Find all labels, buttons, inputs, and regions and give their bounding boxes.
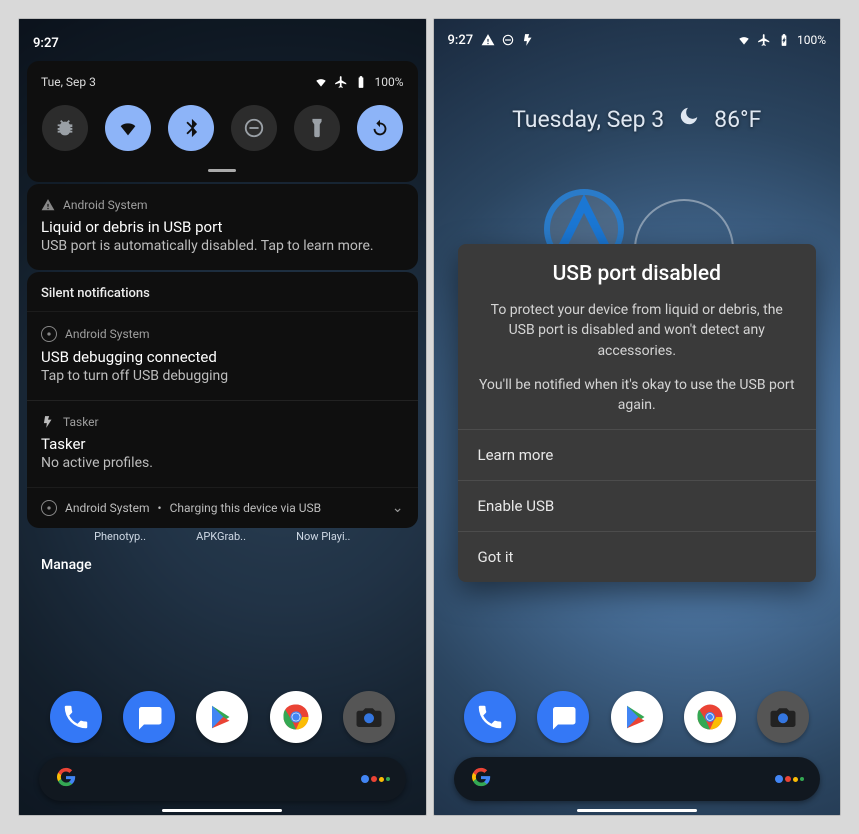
battery-icon [354, 75, 368, 89]
qs-tile-dnd[interactable] [231, 105, 277, 151]
home-label: APKGrab.. [196, 530, 246, 543]
status-battery-pct: 100% [797, 33, 826, 47]
app-chrome[interactable] [270, 691, 322, 743]
charging-bolt-icon [521, 33, 535, 47]
charging-app: Android System [65, 501, 150, 515]
system-icon [41, 500, 57, 516]
app-messages[interactable] [123, 691, 175, 743]
notif-title: Tasker [41, 435, 404, 453]
usb-disabled-dialog: USB port disabled To protect your device… [458, 244, 817, 582]
dialog-got-it-button[interactable]: Got it [458, 531, 817, 582]
wifi-icon [314, 75, 328, 89]
date-text: Tuesday, Sep 3 [512, 106, 664, 133]
notif-body: No active profiles. [41, 455, 404, 471]
phone-right-dialog: 9:27 100% Tuesday, Sep 3 86°F [433, 18, 842, 816]
notif-title: USB debugging connected [41, 348, 404, 366]
battery-icon [777, 33, 791, 47]
manage-notifications-button[interactable]: Manage [19, 543, 426, 583]
dialog-learn-more-button[interactable]: Learn more [458, 429, 817, 480]
assistant-icon[interactable] [361, 775, 390, 783]
app-play-store[interactable] [196, 691, 248, 743]
notif-body: USB port is automatically disabled. Tap … [41, 238, 404, 254]
dialog-enable-usb-button[interactable]: Enable USB [458, 480, 817, 531]
app-chrome[interactable] [684, 691, 736, 743]
qs-date: Tue, Sep 3 [41, 75, 96, 89]
charging-text: Charging this device via USB [170, 501, 322, 515]
gesture-nav-bar[interactable] [162, 809, 282, 812]
phone-left-notification-shade: 9:27 Tue, Sep 3 100% [18, 18, 427, 816]
at-a-glance-widget[interactable]: Tuesday, Sep 3 86°F [434, 105, 841, 133]
quick-settings-panel: Tue, Sep 3 100% [27, 61, 418, 182]
wifi-icon [737, 33, 751, 47]
moon-icon [678, 105, 700, 133]
qs-tile-bug[interactable] [42, 105, 88, 151]
google-search-bar[interactable] [39, 757, 406, 801]
qs-tiles-row [27, 95, 418, 169]
system-icon [41, 326, 57, 342]
notif-title: Liquid or debris in USB port [41, 218, 404, 236]
bullet: • [158, 501, 162, 515]
qs-tile-bluetooth[interactable] [168, 105, 214, 151]
notif-body: Tap to turn off USB debugging [41, 368, 404, 384]
status-bar: 9:27 100% [434, 19, 841, 55]
qs-tile-flashlight[interactable] [294, 105, 340, 151]
app-phone[interactable] [464, 691, 516, 743]
status-time: 9:27 [33, 36, 59, 51]
temperature: 86°F [714, 106, 761, 133]
silent-header: Silent notifications [27, 272, 418, 312]
notification-charging-collapsed[interactable]: Android System • Charging this device vi… [27, 487, 418, 528]
app-camera[interactable] [757, 691, 809, 743]
google-logo-icon [55, 766, 77, 792]
dialog-body-2: You'll be notified when it's okay to use… [458, 375, 817, 416]
app-phone[interactable] [50, 691, 102, 743]
notif-app: Android System [63, 198, 148, 212]
home-label: Phenotyp.. [94, 530, 146, 543]
assistant-icon[interactable] [775, 775, 804, 783]
notif-app: Android System [65, 327, 150, 341]
status-bar: 9:27 [19, 19, 426, 59]
qs-header: Tue, Sep 3 100% [27, 61, 418, 95]
airplane-icon [334, 75, 348, 89]
app-play-store[interactable] [611, 691, 663, 743]
bolt-icon [41, 415, 55, 429]
notification-usb-liquid[interactable]: Android System Liquid or debris in USB p… [27, 184, 418, 270]
status-time: 9:27 [448, 33, 474, 48]
qs-tile-wifi[interactable] [105, 105, 151, 151]
app-messages[interactable] [537, 691, 589, 743]
favorites-dock [19, 691, 426, 743]
warning-status-icon [481, 33, 495, 47]
qs-tile-rotate[interactable] [357, 105, 403, 151]
silent-notifications-group: Silent notifications Android System USB … [27, 272, 418, 528]
home-label: Now Playi.. [296, 530, 350, 543]
dialog-body-1: To protect your device from liquid or de… [458, 300, 817, 361]
home-widget-labels: Phenotyp.. APKGrab.. Now Playi.. [19, 530, 426, 543]
dialog-title: USB port disabled [458, 262, 817, 286]
google-search-bar[interactable] [454, 757, 821, 801]
chevron-down-icon[interactable]: ⌄ [392, 500, 404, 516]
airplane-icon [757, 33, 771, 47]
notification-usb-debugging[interactable]: Android System USB debugging connected T… [27, 312, 418, 400]
notif-app: Tasker [63, 415, 99, 429]
qs-status-icons: 100% [314, 75, 403, 89]
favorites-dock [434, 691, 841, 743]
notification-tasker[interactable]: Tasker Tasker No active profiles. [27, 400, 418, 487]
gesture-nav-bar[interactable] [577, 809, 697, 812]
warning-icon [41, 198, 55, 212]
app-camera[interactable] [343, 691, 395, 743]
qs-expand-handle[interactable] [208, 169, 236, 172]
dnd-status-icon [501, 33, 515, 47]
google-logo-icon [470, 766, 492, 792]
qs-battery-pct: 100% [374, 75, 403, 89]
